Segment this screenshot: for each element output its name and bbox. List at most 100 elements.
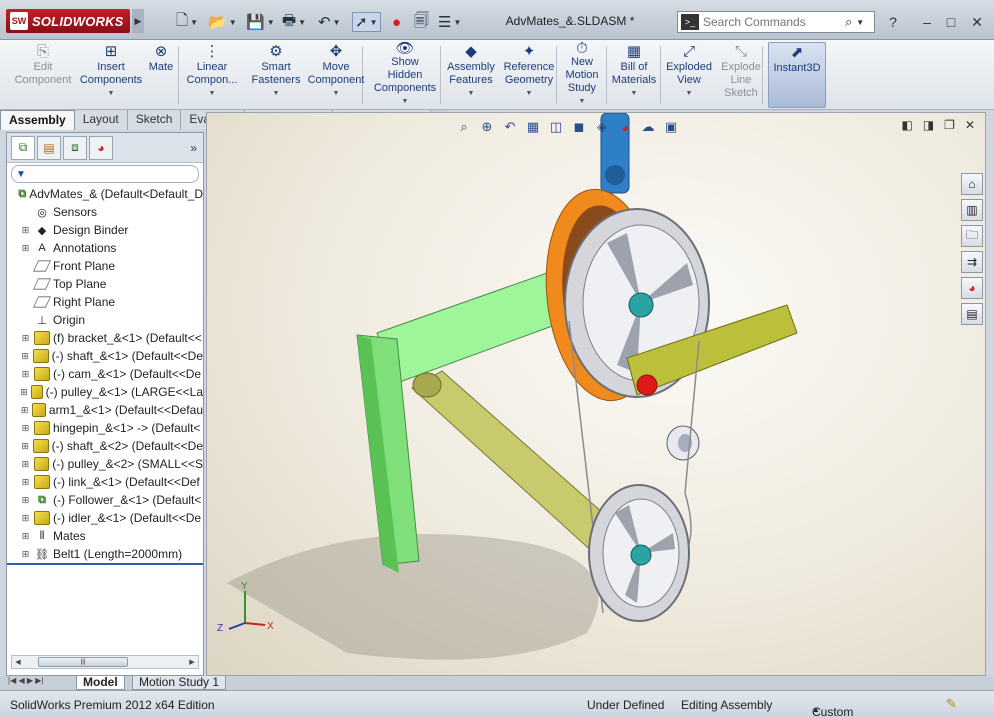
instant3d-button[interactable]: ⬈ Instant3D: [768, 42, 826, 108]
tile-left-icon[interactable]: ◧: [901, 118, 912, 132]
tree-item[interactable]: ⊞ (-) link_&<1> (Default<<Def: [7, 473, 203, 491]
select-button[interactable]: ➚ ▼: [352, 12, 381, 32]
expand-node-icon[interactable]: ⊞: [20, 225, 31, 236]
file-properties-button[interactable]: 🗐: [414, 12, 429, 32]
tree-item[interactable]: Front Plane: [7, 257, 203, 275]
zoom-to-fit-icon[interactable]: ⌕: [455, 119, 473, 135]
search-input[interactable]: [703, 15, 843, 29]
tree-item[interactable]: ⊞ ⫴ Mates: [7, 527, 203, 545]
expand-node-icon[interactable]: ⊞: [20, 495, 31, 506]
expand-node-icon[interactable]: ⊞: [20, 405, 29, 416]
zoom-to-area-icon[interactable]: ⊕: [478, 119, 496, 135]
search-icon[interactable]: ⌕: [845, 14, 852, 30]
insert-components-button[interactable]: ⊞ Insert Components ▼: [78, 42, 144, 108]
tree-item[interactable]: ⊞ ⧉ (-) Follower_&<1> (Default<: [7, 491, 203, 509]
tab-model[interactable]: Model: [76, 676, 125, 690]
tab-layout[interactable]: Layout: [74, 110, 128, 130]
save-button[interactable]: 💾 ▼: [246, 12, 275, 32]
tree-item[interactable]: ⊞ (f) bracket_&<1> (Default<<: [7, 329, 203, 347]
bill-of-materials-button[interactable]: ▦ Bill of Materials ▼: [612, 42, 657, 108]
print-button[interactable]: 🖶 ▼: [282, 12, 306, 32]
property-manager-tab[interactable]: ▤: [37, 135, 61, 160]
tab-assembly[interactable]: Assembly: [0, 110, 75, 130]
tree-item[interactable]: ⊞ (-) pulley_&<2> (SMALL<<S: [7, 455, 203, 473]
chevron-down-icon[interactable]: ▼: [333, 87, 340, 100]
expand-node-icon[interactable]: ⊞: [20, 351, 30, 362]
tab-sketch[interactable]: Sketch: [127, 110, 182, 130]
show-hidden-components-button[interactable]: 👁 Show Hidden Components ▼: [370, 41, 440, 108]
expand-node-icon[interactable]: ⊞: [20, 387, 28, 398]
tree-item[interactable]: Right Plane: [7, 293, 203, 311]
apply-scene-icon[interactable]: ☁: [639, 119, 657, 135]
tree-item[interactable]: Top Plane: [7, 275, 203, 293]
horizontal-scrollbar[interactable]: ◀ ||| ▶: [11, 655, 199, 669]
expand-node-icon[interactable]: ⊞: [20, 423, 31, 434]
expand-node-icon[interactable]: ⊞: [20, 333, 31, 344]
chevron-down-icon[interactable]: ▼: [686, 87, 693, 100]
tree-item[interactable]: ⊞ (-) idler_&<1> (Default<<De: [7, 509, 203, 527]
tab-scroll-arrows-icon[interactable]: |◀ ◀ ▶ ▶|: [8, 676, 43, 685]
exploded-view-button[interactable]: ⤢ Exploded View ▼: [664, 42, 714, 108]
follower-pin[interactable]: [636, 374, 658, 396]
tree-item[interactable]: ⊞ arm1_&<1> (Default<<Defau: [7, 401, 203, 419]
linear-compon-button[interactable]: ⋮ Linear Compon... ▼: [186, 42, 238, 108]
tree-item[interactable]: ⊞ (-) pulley_&<1> (LARGE<<La: [7, 383, 203, 401]
close-button[interactable]: ✕: [966, 12, 988, 32]
mate-button[interactable]: ⊗ Mate: [146, 42, 176, 108]
edit-appearance-icon[interactable]: ◕: [616, 120, 634, 135]
chevron-down-icon[interactable]: ▼: [579, 95, 586, 108]
display-style-icon[interactable]: ◼: [570, 119, 588, 135]
explode-line-sketch-button[interactable]: ⤡ Explode Line Sketch: [718, 42, 764, 108]
hide-show-items-icon[interactable]: ◈: [593, 119, 611, 135]
expand-node-icon[interactable]: ⊞: [20, 477, 31, 488]
tree-item[interactable]: ⊞ (-) shaft_&<2> (Default<<De: [7, 437, 203, 455]
scroll-left-icon[interactable]: ◀: [12, 658, 24, 666]
tree-item[interactable]: ⧉ AdvMates_& (Default<Default_D: [7, 185, 203, 203]
appearances-tab[interactable]: ◕: [961, 277, 983, 299]
assembly-features-button[interactable]: ◆ Assembly Features ▼: [446, 42, 496, 108]
undo-button[interactable]: ↶ ▼: [318, 12, 341, 32]
chevron-down-icon[interactable]: ▼: [631, 87, 638, 100]
feature-manager-tab[interactable]: ⧉: [11, 135, 35, 160]
display-manager-tab[interactable]: ◕: [89, 135, 113, 160]
chevron-down-icon[interactable]: ▼: [856, 18, 864, 27]
tree-filter[interactable]: ▼: [11, 165, 199, 183]
chevron-down-icon[interactable]: ▼: [526, 87, 533, 100]
expand-node-icon[interactable]: ⊞: [20, 531, 31, 542]
design-library-tab[interactable]: ▥: [961, 199, 983, 221]
help-button[interactable]: ?: [882, 12, 904, 32]
view-settings-icon[interactable]: ▣: [662, 119, 680, 135]
tab-motion-study-1[interactable]: Motion Study 1: [132, 676, 227, 690]
tree-item[interactable]: ⊞ (-) shaft_&<1> (Default<<De: [7, 347, 203, 365]
viewport-close-icon[interactable]: ✕: [965, 118, 975, 132]
small-pulley-part[interactable]: [588, 484, 690, 622]
solidworks-resources-tab[interactable]: ⌂: [961, 173, 983, 195]
tree-item[interactable]: ⊞ A Annotations: [7, 239, 203, 257]
tree-item[interactable]: ◎ Sensors: [7, 203, 203, 221]
tree-item[interactable]: ⊞ hingepin_&<1> -> (Default<: [7, 419, 203, 437]
chevron-down-icon[interactable]: ▼: [402, 95, 409, 108]
options-button[interactable]: ☰ ▼: [438, 12, 461, 32]
new-document-button[interactable]: 🗋 ▼: [176, 12, 198, 32]
expand-node-icon[interactable]: ⊞: [20, 243, 31, 254]
search-commands-box[interactable]: >_ ⌕ ▼: [677, 11, 875, 33]
menu-flyout-arrow-icon[interactable]: ▶: [132, 9, 144, 33]
tree-item[interactable]: ⊞ ◆ Design Binder: [7, 221, 203, 239]
chevron-down-icon[interactable]: ▼: [108, 87, 115, 100]
chevron-down-icon[interactable]: ▼: [468, 87, 475, 100]
open-button[interactable]: 📂 ▼: [208, 12, 237, 32]
section-view-icon[interactable]: ▦: [524, 119, 542, 135]
tree-item[interactable]: ⊞ (-) cam_&<1> (Default<<De: [7, 365, 203, 383]
expand-node-icon[interactable]: ⊞: [20, 513, 31, 524]
viewport-restore-icon[interactable]: ❐: [944, 118, 955, 132]
edit-component-button[interactable]: ⎘ Edit Component: [12, 42, 74, 108]
expand-panel-icon[interactable]: »: [190, 141, 197, 155]
smart-fasteners-button[interactable]: ⚙ Smart Fasteners ▼: [252, 42, 301, 108]
move-component-button[interactable]: ✥ Move Component ▼: [306, 42, 366, 108]
custom-properties-tab[interactable]: ▤: [961, 303, 983, 325]
maximize-button[interactable]: □: [940, 12, 962, 32]
rebuild-button[interactable]: ●: [392, 12, 401, 32]
expand-node-icon[interactable]: ⊞: [20, 441, 30, 452]
tag-icon[interactable]: ✎: [946, 696, 957, 712]
expand-node-icon[interactable]: ⊞: [20, 549, 31, 560]
